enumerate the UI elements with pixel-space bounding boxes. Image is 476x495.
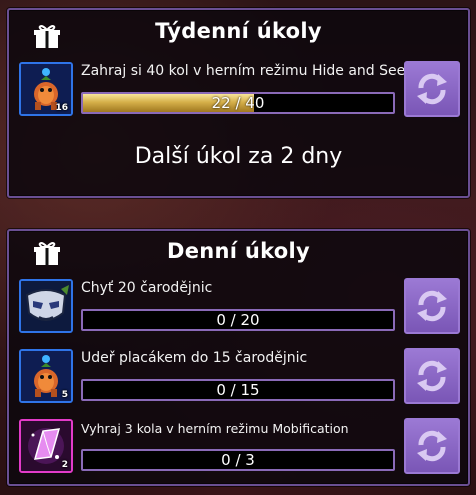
daily-quest-2-progress-bar: 0 / 15 — [81, 379, 395, 401]
reroll-button[interactable] — [404, 348, 460, 404]
daily-quest-3-progress-bar: 0 / 3 — [81, 449, 395, 471]
progress-text: 0 / 20 — [216, 311, 260, 329]
refresh-icon — [417, 290, 447, 322]
refresh-icon — [417, 430, 447, 462]
refresh-icon — [417, 360, 447, 392]
daily-quest-1-label: Chyť 20 čarodějnic — [81, 280, 213, 296]
daily-quest-3-reward: 2 — [19, 419, 73, 473]
refresh-icon — [417, 73, 447, 105]
weekly-quest-reward: 16 — [19, 62, 73, 116]
daily-quest-3-label: Vyhraj 3 kola v herním režimu Mobificati… — [81, 421, 349, 436]
daily-quest-2-reward: 5 — [19, 349, 73, 403]
daily-quest-2-label: Udeř placákem do 15 čarodějnic — [81, 350, 308, 366]
progress-text: 0 / 3 — [221, 451, 255, 469]
reward-count: 2 — [61, 460, 68, 470]
weekly-progress-bar: 22 / 40 — [81, 92, 395, 114]
progress-text: 22 / 40 — [211, 94, 265, 112]
daily-quest-1-progress-bar: 0 / 20 — [81, 309, 395, 331]
reward-count: 5 — [61, 390, 68, 400]
daily-quests-panel: Denní úkoly Chyť 20 čarodějnic 0 / 20 5 … — [7, 229, 470, 486]
progress-text: 0 / 15 — [216, 381, 260, 399]
reward-count: 16 — [55, 103, 68, 113]
reroll-button[interactable] — [404, 61, 460, 117]
daily-title: Denní úkoly — [166, 239, 311, 263]
weekly-title: Týdenní úkoly — [155, 19, 322, 43]
daily-quest-1-reward — [19, 279, 73, 333]
witch-mask-icon — [21, 281, 71, 331]
reroll-button[interactable] — [404, 278, 460, 334]
weekly-quest-label: Zahraj si 40 kol v herním režimu Hide an… — [81, 63, 414, 79]
reroll-button[interactable] — [404, 418, 460, 474]
next-quest-timer: Další úkol za 2 dny — [134, 144, 343, 169]
weekly-quests-panel: Týdenní úkoly 16 Zahraj si 40 kol v hern… — [7, 8, 470, 198]
